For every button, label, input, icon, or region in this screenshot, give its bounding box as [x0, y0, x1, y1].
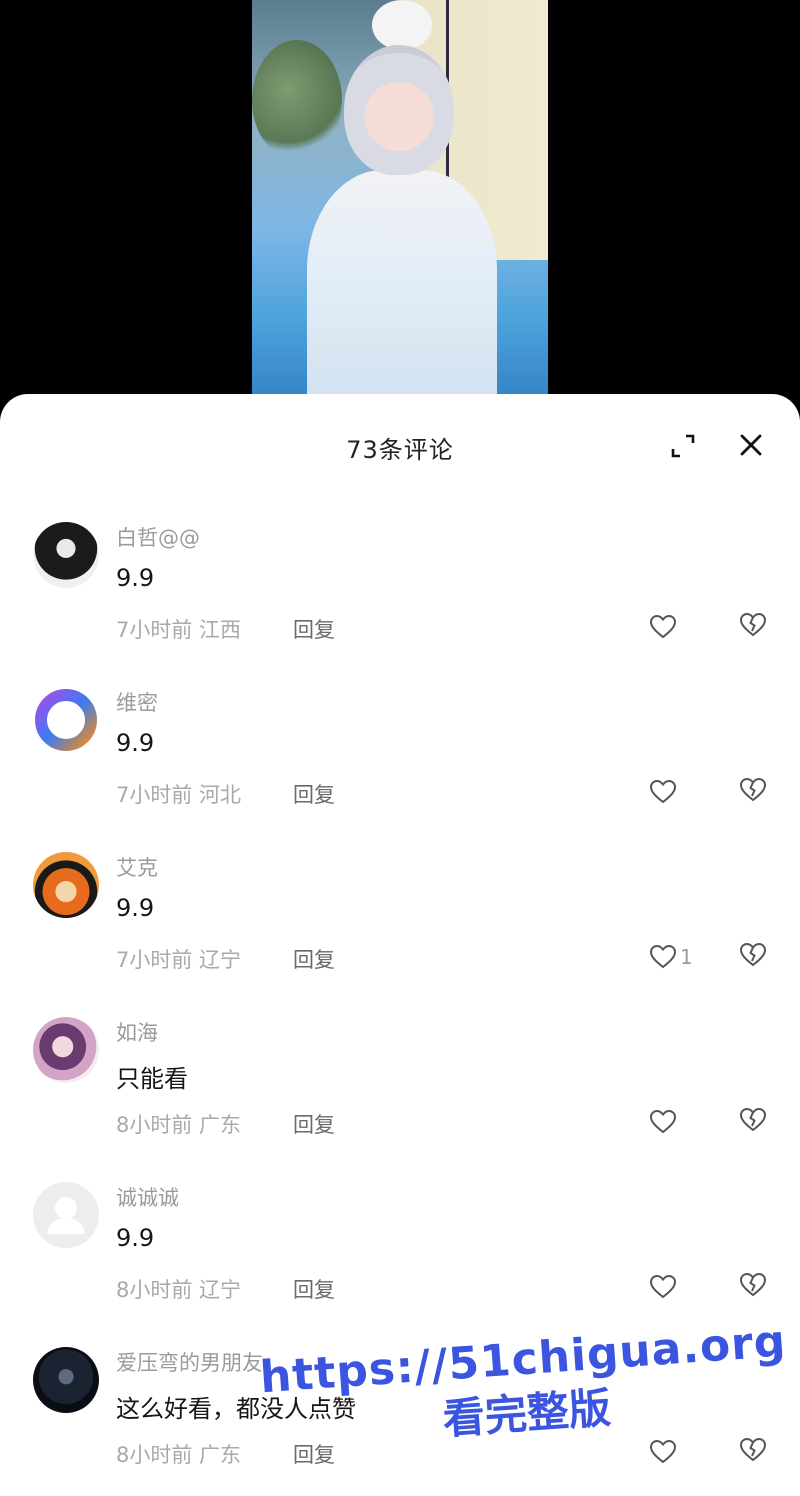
- reply-button[interactable]: 回复: [293, 1439, 335, 1469]
- expand-button[interactable]: [669, 432, 697, 460]
- comment-text: 只能看: [116, 1065, 188, 1093]
- avatar[interactable]: [33, 1182, 99, 1248]
- broken-heart-icon: [739, 1437, 767, 1462]
- comment-username[interactable]: 维密: [116, 687, 158, 717]
- reply-button[interactable]: 回复: [293, 1274, 335, 1304]
- expand-icon: [671, 434, 695, 458]
- reply-button[interactable]: 回复: [293, 779, 335, 809]
- comment-meta: 8小时前 广东: [116, 1443, 242, 1467]
- comment-username[interactable]: 如海: [116, 1017, 158, 1047]
- dislike-button[interactable]: [738, 940, 768, 970]
- comments-list: 白哲@@ 9.9 7小时前 江西 回复 维密 9.9 7小时前 河北 回复 艾克…: [0, 498, 800, 1488]
- comment-meta: 8小时前 辽宁: [116, 1278, 242, 1302]
- comment-username[interactable]: 爱压弯的男朋友: [116, 1347, 263, 1377]
- avatar[interactable]: [33, 1347, 99, 1413]
- heart-icon: [649, 944, 677, 969]
- comment-text: 9.9: [116, 1224, 155, 1252]
- reply-button[interactable]: 回复: [293, 944, 335, 974]
- video-figure-headband: [372, 0, 432, 50]
- default-user-icon: [47, 1197, 85, 1234]
- broken-heart-icon: [739, 777, 767, 802]
- like-count: 1: [680, 945, 693, 969]
- heart-icon: [649, 1439, 677, 1464]
- comment-username[interactable]: 艾克: [116, 852, 158, 882]
- comment-item: 维密 9.9 7小时前 河北 回复: [0, 663, 800, 828]
- comments-sheet: 73条评论 白哲@@ 9.9 7小时前 江西 回复 维密 9.9 7小时前 河北…: [0, 394, 800, 1496]
- heart-icon: [649, 779, 677, 804]
- video-background-plant: [252, 40, 342, 160]
- comment-item: 爱压弯的男朋友 这么好看，都没人点赞 8小时前 广东 回复: [0, 1323, 800, 1488]
- comment-username[interactable]: 白哲@@: [116, 522, 200, 552]
- comment-text: 9.9: [116, 894, 155, 922]
- comment-item: 艾克 9.9 7小时前 辽宁 回复 1: [0, 828, 800, 993]
- like-button[interactable]: [648, 1435, 680, 1469]
- comment-meta: 7小时前 辽宁: [116, 948, 242, 972]
- reply-button[interactable]: 回复: [293, 1109, 335, 1139]
- comment-text: 这么好看，都没人点赞: [116, 1395, 356, 1423]
- comment-text: 9.9: [116, 729, 155, 757]
- comment-item: 如海 只能看 8小时前 广东 回复: [0, 993, 800, 1158]
- dislike-button[interactable]: [738, 1435, 768, 1465]
- close-button[interactable]: [736, 430, 766, 460]
- reply-button[interactable]: 回复: [293, 614, 335, 644]
- dislike-button[interactable]: [738, 1270, 768, 1300]
- broken-heart-icon: [739, 1272, 767, 1297]
- like-button[interactable]: [648, 775, 680, 809]
- comment-item: 诚诚诚 9.9 8小时前 辽宁 回复: [0, 1158, 800, 1323]
- video-frame: [252, 0, 548, 420]
- close-icon: [740, 434, 762, 456]
- video-player[interactable]: [0, 0, 800, 420]
- avatar[interactable]: [33, 687, 99, 753]
- comment-meta: 8小时前 广东: [116, 1113, 242, 1137]
- like-button[interactable]: 1: [648, 940, 693, 974]
- broken-heart-icon: [739, 1107, 767, 1132]
- avatar[interactable]: [33, 522, 99, 588]
- avatar[interactable]: [33, 852, 99, 918]
- video-figure-body: [307, 170, 497, 420]
- heart-icon: [649, 1274, 677, 1299]
- comment-meta: 7小时前 河北: [116, 783, 242, 807]
- video-figure-head: [344, 45, 454, 175]
- dislike-button[interactable]: [738, 775, 768, 805]
- like-button[interactable]: [648, 1270, 680, 1304]
- like-button[interactable]: [648, 1105, 680, 1139]
- broken-heart-icon: [739, 612, 767, 637]
- comment-username[interactable]: 诚诚诚: [116, 1182, 179, 1212]
- comment-item: 白哲@@ 9.9 7小时前 江西 回复: [0, 498, 800, 663]
- avatar[interactable]: [33, 1017, 99, 1083]
- ring-logo-icon: [35, 689, 97, 751]
- heart-icon: [649, 1109, 677, 1134]
- heart-icon: [649, 614, 677, 639]
- comment-text: 9.9: [116, 564, 155, 592]
- like-button[interactable]: [648, 610, 680, 644]
- comments-header: 73条评论: [0, 394, 800, 498]
- broken-heart-icon: [739, 942, 767, 967]
- dislike-button[interactable]: [738, 610, 768, 640]
- dislike-button[interactable]: [738, 1105, 768, 1135]
- comment-meta: 7小时前 江西: [116, 618, 242, 642]
